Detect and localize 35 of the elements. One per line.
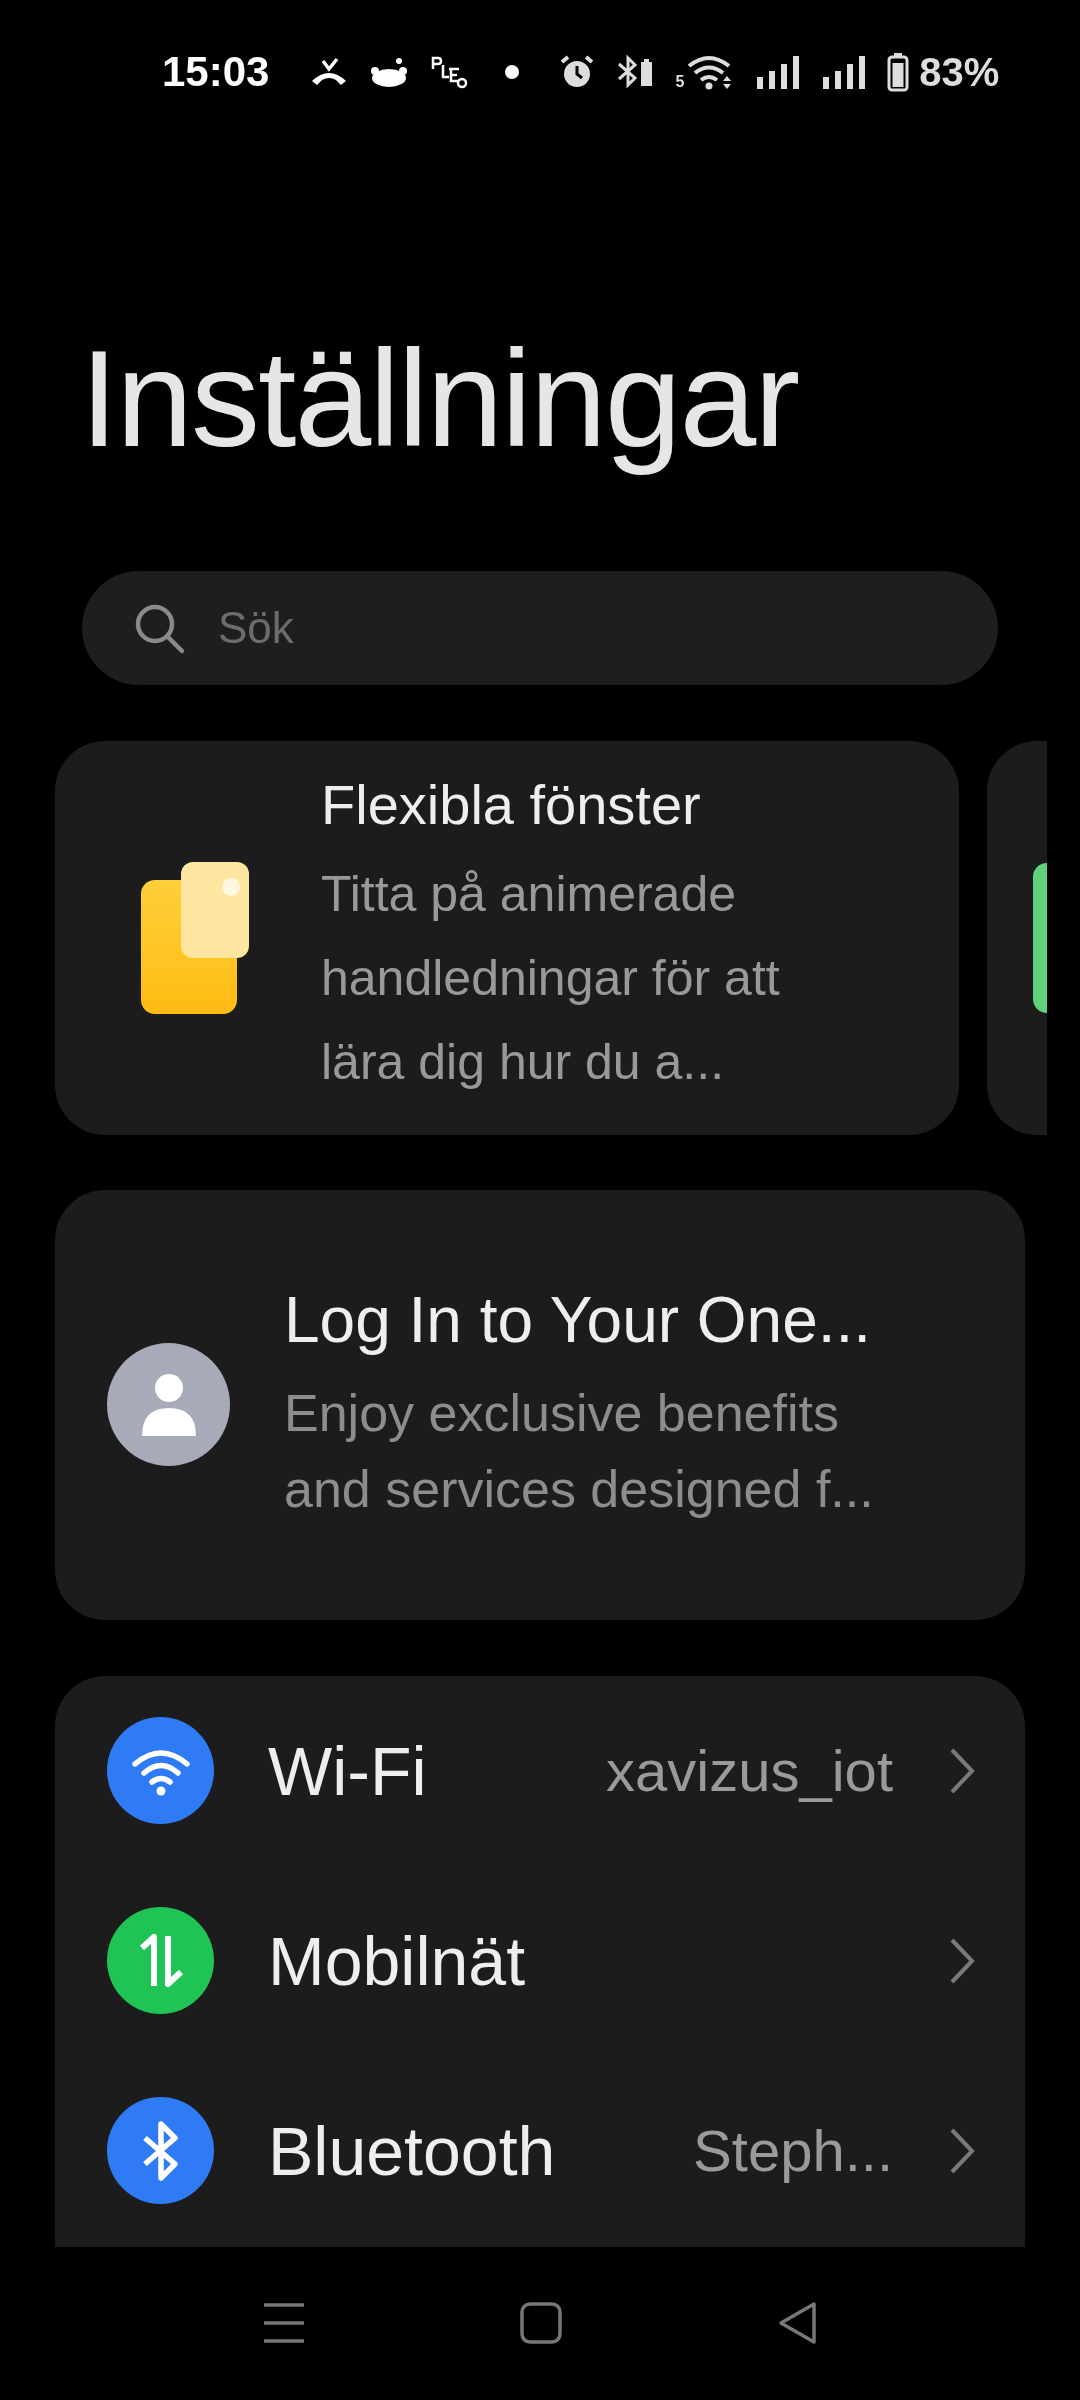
notification-dot-icon bbox=[505, 65, 520, 79]
windows-icon bbox=[139, 859, 251, 1016]
settings-item[interactable]: Mobilnät bbox=[55, 1865, 1025, 2056]
menu-icon[interactable] bbox=[262, 2301, 306, 2346]
page-title: Inställningar bbox=[80, 320, 799, 477]
settings-label: Bluetooth bbox=[268, 2111, 556, 2190]
wifi-generation-label: 5 bbox=[675, 74, 685, 90]
search-bar[interactable]: Sök bbox=[82, 570, 998, 685]
tip-card[interactable] bbox=[987, 740, 1047, 1135]
chevron-icon bbox=[949, 1936, 975, 1985]
alien-icon bbox=[369, 56, 410, 88]
app-logo-icon bbox=[429, 55, 470, 89]
tip-title: Flexibla fönster bbox=[321, 771, 702, 838]
battery-percentage: 83% bbox=[919, 49, 1000, 95]
alarm-icon bbox=[559, 54, 596, 90]
tip-description: Titta på animerade handledningar för att lära dig hur du a... bbox=[321, 865, 781, 1093]
settings-label: Wi-Fi bbox=[268, 1731, 427, 1810]
tip-card[interactable]: Flexibla fönster Titta på animerade handledningar för att lära dig hur du a... bbox=[55, 740, 959, 1135]
tile-edge-icon bbox=[1031, 862, 1047, 1013]
settings-label: Mobilnät bbox=[268, 1921, 526, 2000]
battery-icon bbox=[887, 52, 910, 92]
settings-item[interactable]: Bluetooth Steph... bbox=[55, 2055, 1025, 2246]
settings-item[interactable]: Wi-Fi xavizus_iot bbox=[55, 1675, 1025, 1866]
account-description: Enjoy exclusive benefits and services designed f... bbox=[284, 1382, 875, 1520]
home-icon[interactable] bbox=[519, 2301, 563, 2346]
settings-value: Steph... bbox=[693, 2117, 893, 2184]
chevron-icon bbox=[949, 1746, 975, 1795]
settings-value: xavizus_iot bbox=[606, 1737, 893, 1804]
signal-icon bbox=[755, 55, 802, 89]
account-card[interactable]: Log In to Your One... Enjoy exclusive benefits and services designed f... bbox=[55, 1189, 1025, 1620]
search-input[interactable]: Sök bbox=[216, 601, 958, 654]
status-time: 15:03 bbox=[162, 48, 270, 96]
chevron-icon bbox=[949, 2126, 975, 2175]
account-title: Log In to Your One... bbox=[284, 1282, 873, 1357]
signal-icon bbox=[821, 55, 868, 89]
